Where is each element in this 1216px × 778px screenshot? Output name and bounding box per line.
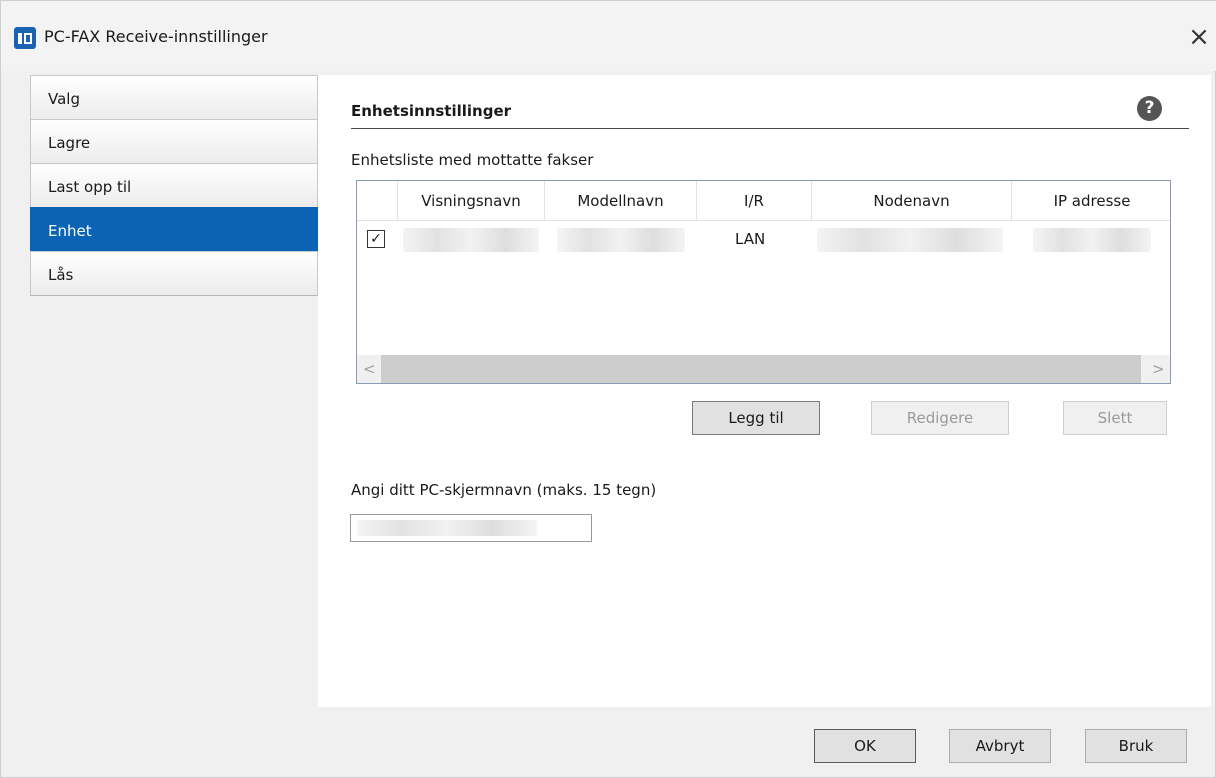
help-icon[interactable]: ? bbox=[1137, 96, 1162, 121]
window-title: PC-FAX Receive-innstillinger bbox=[44, 27, 268, 46]
cancel-button[interactable]: Avbryt bbox=[949, 729, 1051, 763]
column-header-visningsnavn[interactable]: Visningsnavn bbox=[398, 181, 545, 221]
close-button[interactable]: × bbox=[1181, 19, 1216, 55]
table-header: Visningsnavn Modellnavn I/R Nodenavn IP … bbox=[357, 181, 1170, 221]
device-list-table: Visningsnavn Modellnavn I/R Nodenavn IP … bbox=[356, 180, 1171, 384]
redacted-ip-address bbox=[1033, 228, 1151, 252]
scroll-right-arrow-icon[interactable]: > bbox=[1152, 355, 1165, 383]
redacted-node-name bbox=[817, 228, 1003, 252]
pc-name-label: Angi ditt PC-skjermnavn (maks. 15 tegn) bbox=[351, 481, 657, 499]
app-icon bbox=[14, 27, 36, 49]
settings-panel: Enhetsinnstillinger ? Enhetsliste med mo… bbox=[318, 75, 1211, 707]
apply-button[interactable]: Bruk bbox=[1085, 729, 1187, 763]
nav-item-enhet[interactable]: Enhet bbox=[30, 207, 318, 252]
device-list-label: Enhetsliste med mottatte fakser bbox=[351, 151, 594, 169]
edit-button[interactable]: Redigere bbox=[871, 401, 1009, 435]
nav-item-lagre[interactable]: Lagre bbox=[30, 119, 318, 164]
redacted-pc-name bbox=[357, 520, 537, 536]
ok-button[interactable]: OK bbox=[814, 729, 916, 763]
table-row[interactable]: ✓ LAN bbox=[357, 221, 1170, 258]
section-title: Enhetsinnstillinger bbox=[351, 102, 512, 120]
title-bar: PC-FAX Receive-innstillinger × bbox=[1, 1, 1216, 71]
column-header-modellnavn[interactable]: Modellnavn bbox=[545, 181, 697, 221]
nav-item-las[interactable]: Lås bbox=[30, 251, 318, 296]
delete-button[interactable]: Slett bbox=[1063, 401, 1167, 435]
section-divider bbox=[351, 128, 1189, 129]
nav-item-last-opp-til[interactable]: Last opp til bbox=[30, 163, 318, 208]
connection-type: LAN bbox=[735, 230, 766, 248]
redacted-display-name bbox=[403, 228, 539, 252]
column-header-ir[interactable]: I/R bbox=[697, 181, 812, 221]
scrollbar-thumb[interactable] bbox=[381, 355, 1141, 383]
redacted-model-name bbox=[557, 228, 685, 252]
settings-nav: Valg Lagre Last opp til Enhet Lås bbox=[30, 75, 318, 296]
scroll-left-arrow-icon[interactable]: < bbox=[363, 355, 376, 383]
column-header-nodenavn[interactable]: Nodenavn bbox=[812, 181, 1012, 221]
horizontal-scrollbar[interactable]: < > bbox=[357, 355, 1170, 383]
dialog-window: PC-FAX Receive-innstillinger × Valg Lagr… bbox=[0, 0, 1216, 778]
device-checkbox[interactable]: ✓ bbox=[367, 230, 385, 248]
column-header-check[interactable] bbox=[357, 181, 398, 221]
nav-item-valg[interactable]: Valg bbox=[30, 75, 318, 120]
add-button[interactable]: Legg til bbox=[692, 401, 820, 435]
pc-name-input[interactable] bbox=[350, 514, 592, 542]
column-header-ip-adresse[interactable]: IP adresse bbox=[1012, 181, 1170, 221]
